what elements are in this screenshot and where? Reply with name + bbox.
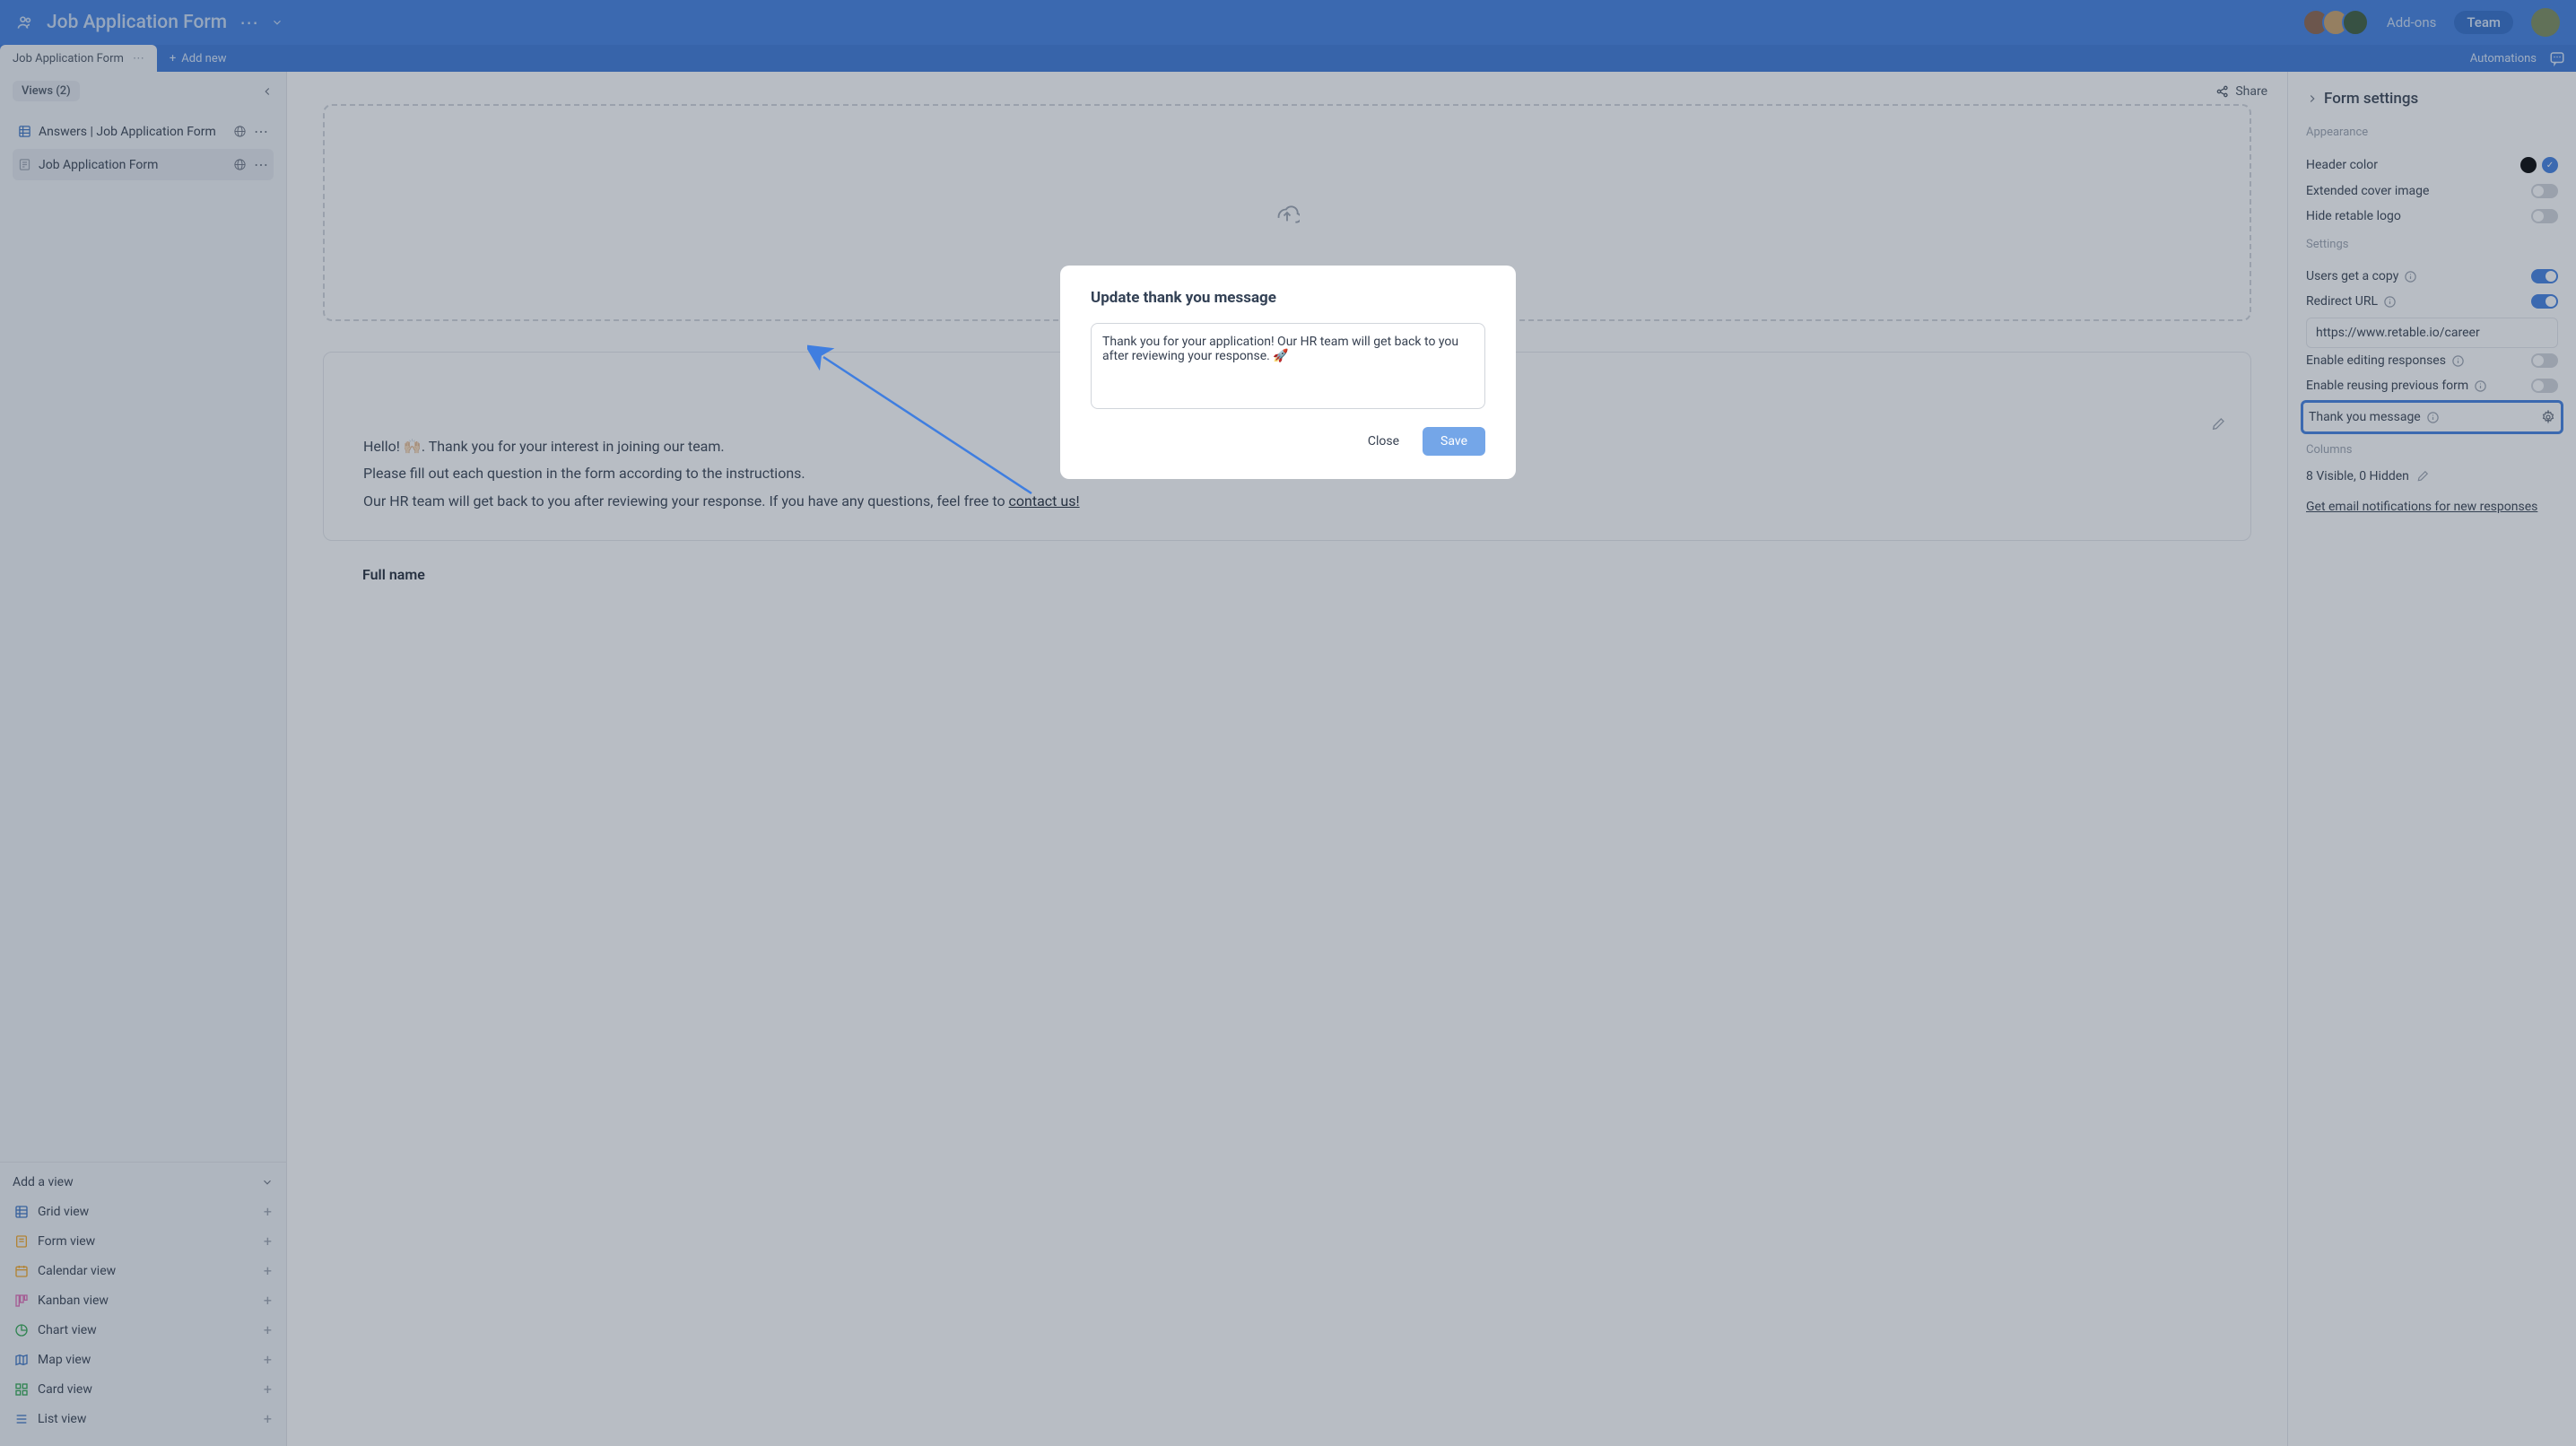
thank-you-modal: Update thank you message Close Save (1060, 266, 1516, 479)
close-button[interactable]: Close (1352, 427, 1415, 456)
modal-buttons: Close Save (1091, 427, 1485, 456)
modal-title: Update thank you message (1091, 289, 1485, 307)
thank-you-textarea[interactable] (1091, 323, 1485, 409)
save-button[interactable]: Save (1423, 427, 1485, 456)
modal-backdrop[interactable] (0, 0, 2576, 1446)
